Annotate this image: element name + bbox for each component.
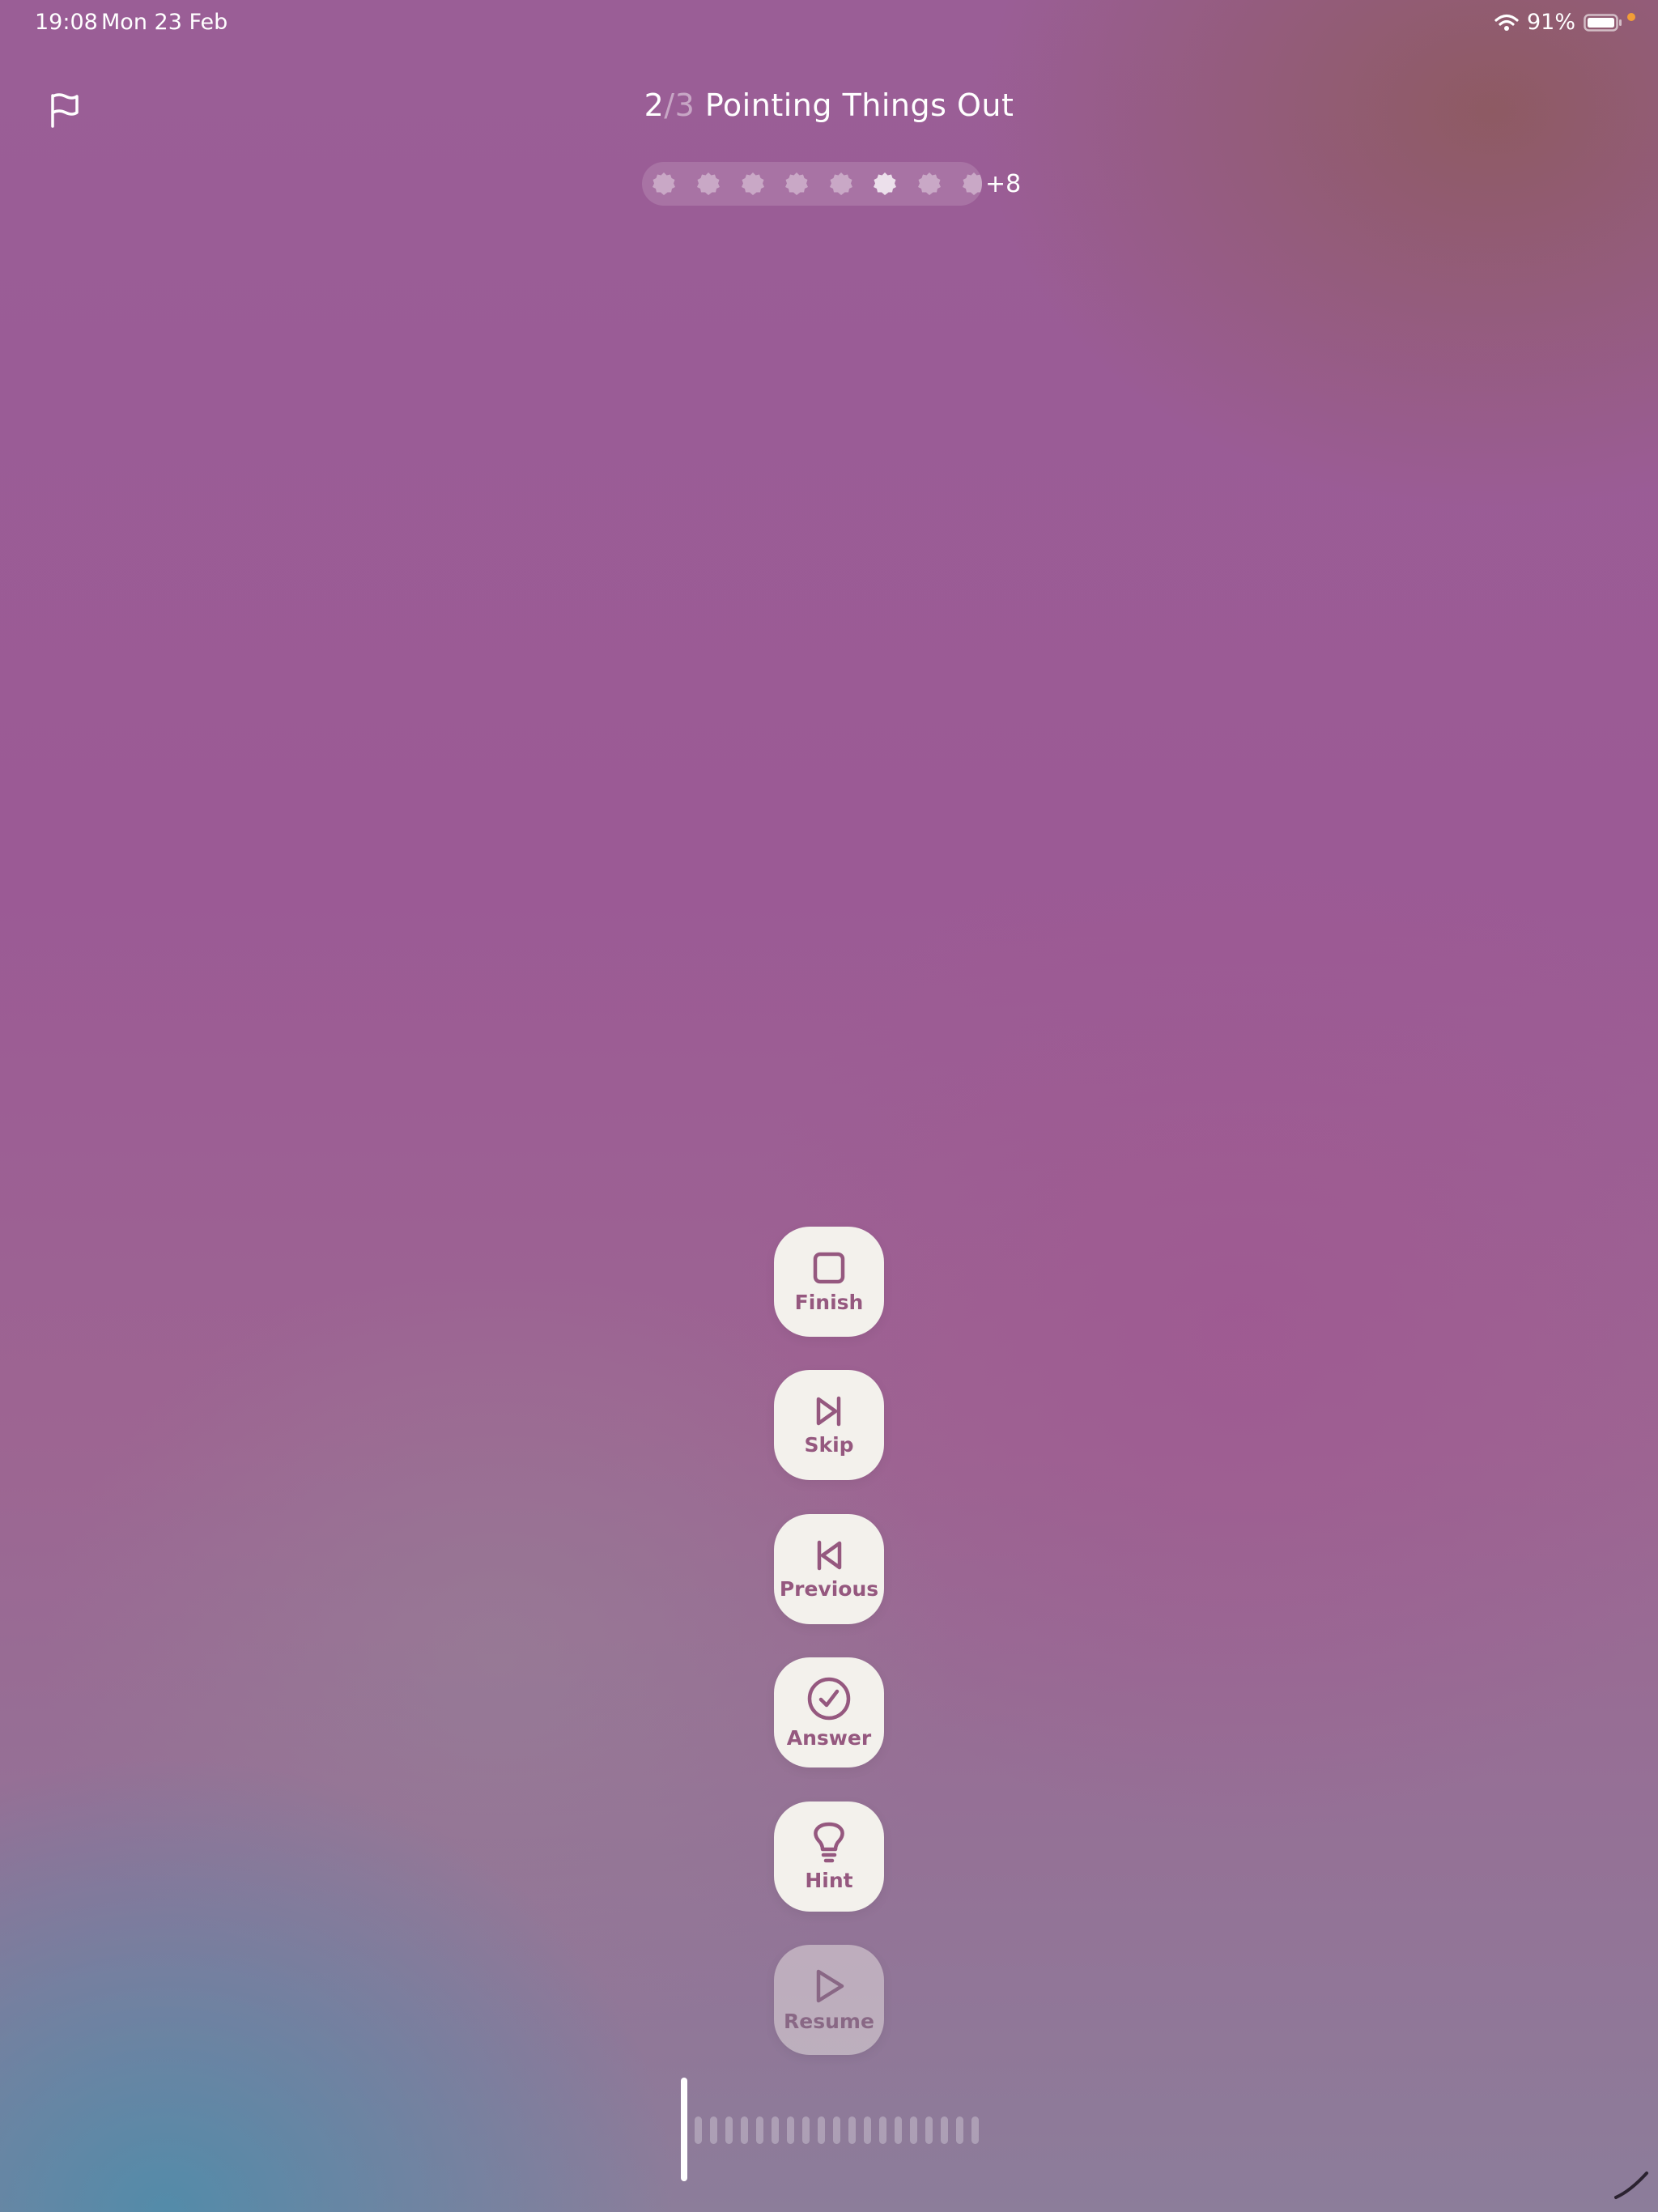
timeline-cursor[interactable] [681,2078,687,2181]
answer-button[interactable]: Answer [774,1657,884,1767]
timeline-tick [772,2116,779,2144]
previous-label: Previous [779,1576,879,1601]
resume-label: Resume [784,2009,874,2033]
stop-square-icon [813,1252,845,1283]
skip-button[interactable]: Skip [774,1370,884,1480]
progress-separator: / [664,87,675,123]
answer-label: Answer [786,1725,872,1750]
timeline-tick [787,2116,794,2144]
status-bar: 19:08 Mon 23 Feb 91% [0,0,1658,45]
progress-dot[interactable] [652,172,676,196]
timeline-tick [910,2116,917,2144]
progress-dots[interactable] [642,162,982,206]
screen: 19:08 Mon 23 Feb 91% 2/3 Pointing Things [0,0,1658,2212]
timeline-tick [879,2116,886,2144]
status-time: 19:08 [35,10,98,35]
skip-label: Skip [804,1432,854,1457]
page-title: 2/3 Pointing Things Out [0,87,1658,123]
timeline-tick [695,2116,702,2144]
title-text: Pointing Things Out [704,87,1014,123]
timeline-tick [710,2116,717,2144]
timeline-tick [941,2116,948,2144]
progress-current: 2 [644,87,665,123]
play-icon [816,1969,844,2002]
timeline-tick [971,2116,979,2144]
timeline-tick [818,2116,825,2144]
timeline-tick [864,2116,871,2144]
finish-button[interactable]: Finish [774,1227,884,1337]
status-right: 91% [1494,10,1622,35]
progress-dot[interactable] [741,172,765,196]
timeline-tick [895,2116,902,2144]
timeline-tick [741,2116,748,2144]
lightbulb-icon [814,1822,844,1862]
corner-resize-icon[interactable] [1611,2162,1652,2202]
finish-label: Finish [794,1290,864,1314]
timeline-tick [802,2116,810,2144]
wifi-icon [1494,14,1519,31]
timeline-tick [925,2116,933,2144]
progress-dot[interactable] [917,172,942,196]
battery-percent: 91% [1526,10,1575,35]
progress-dot[interactable] [784,172,809,196]
check-circle-icon [807,1677,851,1720]
resume-button[interactable]: Resume [774,1945,884,2055]
hint-button[interactable]: Hint [774,1802,884,1912]
progress-dot-current[interactable] [873,172,897,196]
progress-dot-partial[interactable] [962,172,982,196]
previous-button[interactable]: Previous [774,1514,884,1624]
status-date: Mon 23 Feb [101,10,228,35]
timeline-tick [848,2116,856,2144]
hint-label: Hint [805,1868,853,1892]
timeline-tick [725,2116,733,2144]
charging-indicator-dot [1627,13,1635,21]
timeline-tick [956,2116,963,2144]
timeline-tick [756,2116,763,2144]
skip-back-icon [817,1540,842,1570]
progress-extra-count[interactable]: +8 [985,170,1021,198]
skip-forward-icon [816,1396,841,1426]
progress-total: 3 [674,87,695,123]
timeline-tick [833,2116,840,2144]
battery-icon [1584,13,1622,32]
progress-dot[interactable] [829,172,853,196]
progress-dot[interactable] [696,172,721,196]
